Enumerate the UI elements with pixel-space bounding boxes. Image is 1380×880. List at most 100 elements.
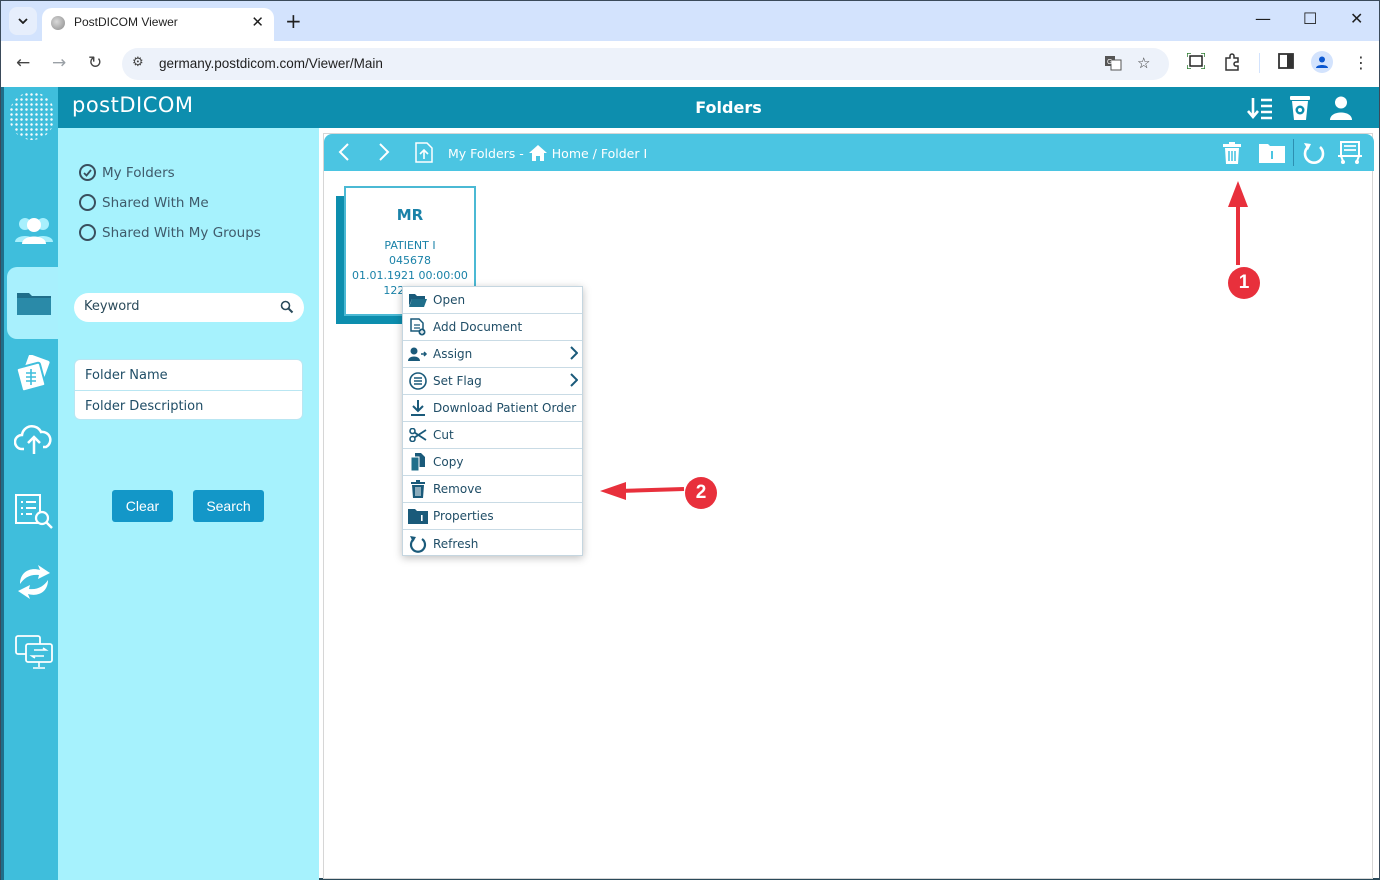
translate-icon[interactable]: G	[1104, 54, 1122, 76]
keyword-placeholder: Keyword	[84, 299, 140, 314]
person-icon	[1316, 56, 1328, 68]
close-tab-icon[interactable]: ✕	[251, 13, 264, 31]
radio-unchecked[interactable]	[79, 194, 96, 211]
site-settings-icon[interactable]: ⚙	[132, 55, 144, 70]
sort-button[interactable]	[1247, 95, 1273, 121]
address-bar[interactable]: ⚙ germany.postdicom.com/Viewer/Main G ☆	[122, 48, 1169, 80]
filter-shared-with-my-groups[interactable]: Shared With My Groups	[79, 224, 261, 241]
filter-panel: My Folders Shared With Me Shared With My…	[58, 128, 319, 880]
folder-description-field[interactable]: Folder Description	[75, 390, 302, 420]
parent-folder-icon[interactable]	[415, 142, 433, 163]
card-patient-id: 045678	[389, 254, 431, 267]
close-window-icon[interactable]: ✕	[1350, 9, 1363, 28]
menu-item-add-document[interactable]: Add Document	[403, 314, 582, 341]
filter-shared-with-me[interactable]: Shared With Me	[79, 194, 209, 211]
users-icon	[14, 218, 53, 244]
left-rail	[1, 87, 61, 880]
chevron-down-icon	[18, 18, 28, 24]
minimize-icon[interactable]: —	[1255, 9, 1271, 28]
chevron-right-icon	[570, 373, 579, 390]
download-icon	[403, 399, 433, 417]
annotation-badge-2: 2	[685, 477, 717, 509]
menu-item-open[interactable]: Open	[403, 287, 582, 314]
delete-button[interactable]	[1223, 142, 1241, 164]
menu-item-refresh[interactable]: Refresh	[403, 530, 582, 557]
card-date: 01.01.1921 00:00:00	[352, 269, 468, 282]
screen-capture-icon[interactable]	[1186, 52, 1206, 73]
bookmark-star-icon[interactable]: ☆	[1137, 54, 1150, 72]
folder-fields: Folder Name Folder Description	[74, 359, 303, 420]
filter-label: Shared With My Groups	[102, 224, 261, 241]
breadcrumb-path[interactable]: Home / Folder I	[552, 146, 647, 161]
postdicom-app: postDICOM Folders My Folders Shared With…	[0, 87, 1380, 880]
folder-info-icon	[1259, 144, 1285, 163]
tab-search-button[interactable]	[9, 7, 37, 35]
rail-item-transfer[interactable]	[6, 623, 61, 681]
browser-toolbar: ← → ↻ ⚙ germany.postdicom.com/Viewer/Mai…	[0, 41, 1380, 87]
path-bar: My Folders - Home / Folder I	[324, 134, 1374, 171]
sync-icon	[17, 565, 50, 599]
menu-label: Assign	[433, 347, 473, 361]
copy-icon	[403, 453, 433, 471]
maximize-icon[interactable]: ☐	[1303, 9, 1317, 28]
back-icon[interactable]: ←	[16, 53, 30, 73]
home-icon[interactable]	[528, 145, 547, 161]
nav-forward-icon[interactable]	[378, 143, 390, 161]
side-panel-icon[interactable]	[1278, 53, 1294, 73]
rail-item-patients[interactable]	[6, 201, 61, 259]
rail-item-folders[interactable]	[7, 267, 61, 339]
card-patient: PATIENT I	[384, 239, 436, 252]
xray-films-icon	[15, 355, 50, 393]
keyword-search-input[interactable]: Keyword	[74, 293, 304, 322]
extensions-icon[interactable]	[1224, 53, 1242, 75]
radio-unchecked[interactable]	[79, 224, 96, 241]
user-icon	[1330, 96, 1352, 120]
more-menu-icon[interactable]: ⋮	[1353, 53, 1369, 72]
clear-button[interactable]: Clear	[112, 490, 173, 522]
url-text[interactable]: germany.postdicom.com/Viewer/Main	[159, 56, 383, 71]
annotation-arrow-left	[600, 482, 685, 500]
recycle-bin-icon	[1290, 96, 1310, 120]
add-document-icon	[403, 318, 433, 336]
screen-transfer-icon	[14, 635, 53, 669]
user-menu-button[interactable]	[1328, 95, 1354, 121]
reload-icon[interactable]: ↻	[88, 53, 102, 73]
context-menu: Open Add Document Assign Set Flag Downlo…	[402, 286, 583, 556]
rail-item-orders[interactable]	[6, 482, 61, 540]
menu-item-set-flag[interactable]: Set Flag	[403, 368, 582, 395]
cloud-upload-icon	[13, 425, 52, 454]
breadcrumb-root[interactable]: My Folders -	[448, 146, 524, 161]
svg-text:G: G	[1107, 59, 1112, 66]
search-button[interactable]: Search	[193, 490, 264, 522]
rail-item-sync[interactable]	[6, 553, 61, 611]
folder-properties-button[interactable]	[1259, 142, 1285, 163]
search-icon[interactable]	[280, 299, 294, 318]
folder-name-field[interactable]: Folder Name	[75, 360, 302, 390]
refresh-button[interactable]	[1302, 141, 1326, 165]
menu-label: Set Flag	[433, 374, 482, 388]
filter-my-folders[interactable]: My Folders	[79, 164, 175, 181]
trash-icon	[403, 480, 433, 498]
order-button[interactable]	[1338, 141, 1362, 165]
sort-icon	[1247, 98, 1272, 120]
folder-icon	[17, 293, 51, 315]
radio-checked[interactable]	[79, 164, 96, 181]
menu-item-download-patient-order[interactable]: Download Patient Order	[403, 395, 582, 422]
scissors-icon	[403, 428, 433, 442]
profile-avatar[interactable]	[1311, 51, 1333, 73]
menu-label: Open	[433, 293, 466, 307]
menu-item-cut[interactable]: Cut	[403, 422, 582, 449]
new-tab-icon[interactable]: +	[285, 9, 302, 33]
menu-item-remove[interactable]: Remove	[403, 476, 582, 503]
recycle-bin-button[interactable]	[1287, 95, 1313, 121]
menu-item-copy[interactable]: Copy	[403, 449, 582, 476]
rail-item-studies[interactable]	[6, 345, 61, 403]
menu-item-assign[interactable]: Assign	[403, 341, 582, 368]
menu-item-properties[interactable]: Properties	[403, 503, 582, 530]
browser-tab[interactable]: PostDICOM Viewer ✕	[42, 8, 274, 42]
forward-icon[interactable]: →	[52, 53, 66, 73]
annotation-arrow-up	[1228, 181, 1248, 265]
nav-back-icon[interactable]	[338, 143, 350, 161]
card-modality: MR	[396, 206, 424, 224]
rail-item-upload[interactable]	[6, 410, 61, 468]
